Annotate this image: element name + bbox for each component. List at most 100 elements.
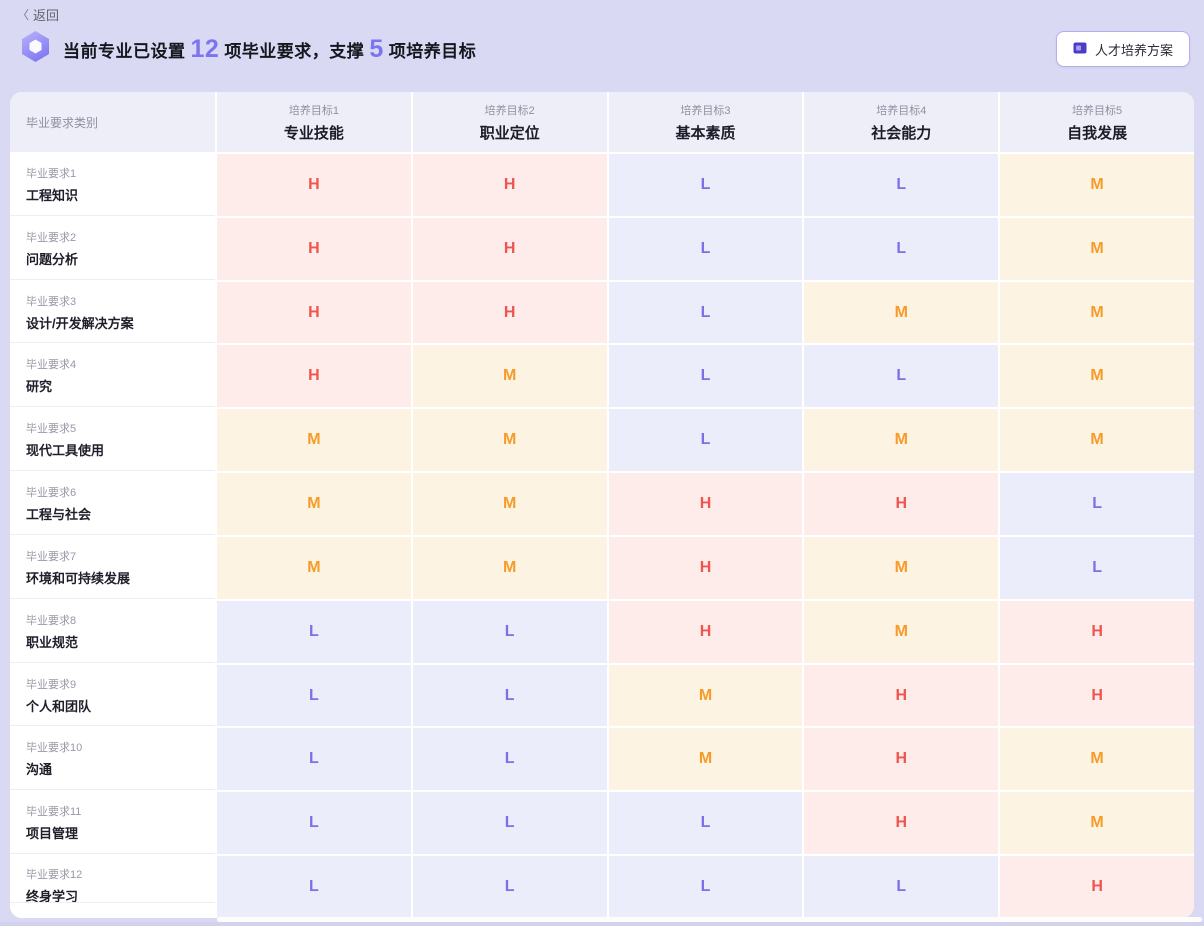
title-suffix: 项培养目标 [389, 37, 477, 62]
requirement-name: 沟通 [26, 759, 215, 778]
matrix-cell: H [609, 537, 803, 599]
corner-header: 毕业要求类别 [10, 92, 215, 152]
matrix-cell: L [609, 282, 803, 344]
matrix-cell: L [609, 792, 803, 854]
matrix-cell: H [804, 728, 998, 790]
matrix-cell: M [1000, 345, 1194, 407]
title-prefix: 当前专业已设置 [63, 37, 186, 62]
matrix-card: 毕业要求类别 培养目标1 专业技能 培养目标2 职业定位 培养目标3 基本素质 … [10, 92, 1194, 918]
requirement-name: 终身学习 [26, 886, 215, 905]
matrix-cell: L [217, 601, 411, 663]
training-plan-button[interactable]: 人才培养方案 [1056, 31, 1190, 67]
requirement-name: 设计/开发解决方案 [26, 313, 215, 332]
back-link[interactable]: 〈 返回 [17, 5, 59, 24]
requirement-tag: 毕业要求1 [26, 165, 215, 181]
matrix-cell: M [1000, 282, 1194, 344]
column-header-objective-3: 培养目标3 基本素质 [609, 92, 803, 152]
matrix-cell: H [217, 345, 411, 407]
requirement-tag: 毕业要求5 [26, 420, 215, 436]
matrix-cell: M [413, 537, 607, 599]
requirement-label: 毕业要求9 个人和团队 [10, 665, 215, 727]
matrix-cell: M [804, 537, 998, 599]
requirement-label: 毕业要求10 沟通 [10, 728, 215, 790]
matrix-cell: L [804, 856, 998, 918]
matrix-cell: L [413, 728, 607, 790]
matrix-cell: M [217, 473, 411, 535]
matrix-cell: M [609, 665, 803, 727]
matrix-cell: L [1000, 537, 1194, 599]
objective-name: 基本素质 [675, 122, 735, 143]
matrix-cell: M [1000, 792, 1194, 854]
requirement-name: 问题分析 [26, 249, 215, 268]
matrix-cell: H [609, 473, 803, 535]
requirement-tag: 毕业要求11 [26, 803, 215, 819]
requirement-name: 环境和可持续发展 [26, 568, 215, 587]
requirement-label: 毕业要求4 研究 [10, 345, 215, 407]
column-header-objective-5: 培养目标5 自我发展 [1000, 92, 1194, 152]
matrix-cell: L [217, 792, 411, 854]
objective-name: 专业技能 [284, 122, 344, 143]
requirement-tag: 毕业要求4 [26, 356, 215, 372]
requirement-tag: 毕业要求3 [26, 293, 215, 309]
matrix-cell: M [609, 728, 803, 790]
requirement-tag: 毕业要求2 [26, 229, 215, 245]
objective-name: 社会能力 [871, 122, 931, 143]
requirement-tag: 毕业要求6 [26, 484, 215, 500]
back-label: 返回 [33, 5, 59, 24]
matrix-cell: L [609, 409, 803, 471]
page-title: 当前专业已设置 12 项毕业要求，支撑 5 项培养目标 [63, 37, 476, 62]
matrix-cell: M [413, 345, 607, 407]
horizontal-scrollbar[interactable] [217, 917, 1202, 922]
matrix-cell: H [413, 218, 607, 280]
matrix-cell: H [217, 218, 411, 280]
requirement-name: 研究 [26, 376, 215, 395]
matrix-cell: L [609, 154, 803, 216]
column-header-objective-2: 培养目标2 职业定位 [413, 92, 607, 152]
requirement-label: 毕业要求1 工程知识 [10, 154, 215, 216]
window-bottom-edge [0, 922, 1204, 926]
matrix-cell: H [217, 154, 411, 216]
matrix-cell: L [413, 856, 607, 918]
objective-tag: 培养目标1 [289, 102, 339, 118]
requirement-label: 毕业要求7 环境和可持续发展 [10, 537, 215, 599]
matrix-cell: L [217, 856, 411, 918]
objective-tag: 培养目标2 [485, 102, 535, 118]
requirement-label: 毕业要求5 现代工具使用 [10, 409, 215, 471]
matrix-cell: L [804, 154, 998, 216]
matrix-cell: M [1000, 728, 1194, 790]
objective-count: 5 [364, 37, 388, 62]
matrix-cell: L [413, 601, 607, 663]
matrix-cell: L [609, 856, 803, 918]
back-chevron-icon: 〈 [17, 6, 29, 23]
matrix-cell: H [804, 665, 998, 727]
matrix-cell: M [413, 473, 607, 535]
column-header-objective-1: 培养目标1 专业技能 [217, 92, 411, 152]
matrix-cell: M [804, 601, 998, 663]
requirement-label: 毕业要求3 设计/开发解决方案 [10, 282, 215, 344]
matrix-cell: L [217, 728, 411, 790]
matrix-cell: H [413, 154, 607, 216]
matrix-cell: M [1000, 218, 1194, 280]
matrix-cell: H [804, 473, 998, 535]
plan-card-icon [1073, 42, 1087, 57]
matrix-cell: H [804, 792, 998, 854]
matrix-cell: M [217, 537, 411, 599]
page-header: 当前专业已设置 12 项毕业要求，支撑 5 项培养目标 人才培养方案 [20, 30, 1190, 68]
requirement-name: 现代工具使用 [26, 440, 215, 459]
requirement-label: 毕业要求12 终身学习 [10, 856, 215, 918]
objective-tag: 培养目标3 [680, 102, 730, 118]
requirement-name: 工程与社会 [26, 504, 215, 523]
requirement-name: 工程知识 [26, 185, 215, 204]
requirement-tag: 毕业要求10 [26, 739, 215, 755]
matrix-cell: H [1000, 601, 1194, 663]
objective-name: 自我发展 [1067, 122, 1127, 143]
requirement-label: 毕业要求8 职业规范 [10, 601, 215, 663]
requirement-tag: 毕业要求12 [26, 866, 215, 882]
matrix-cell: M [804, 282, 998, 344]
matrix-cell: H [609, 601, 803, 663]
objective-tag: 培养目标5 [1072, 102, 1122, 118]
matrix-cell: H [1000, 856, 1194, 918]
requirement-label: 毕业要求6 工程与社会 [10, 473, 215, 535]
matrix-cell: L [217, 665, 411, 727]
matrix-cell: M [413, 409, 607, 471]
